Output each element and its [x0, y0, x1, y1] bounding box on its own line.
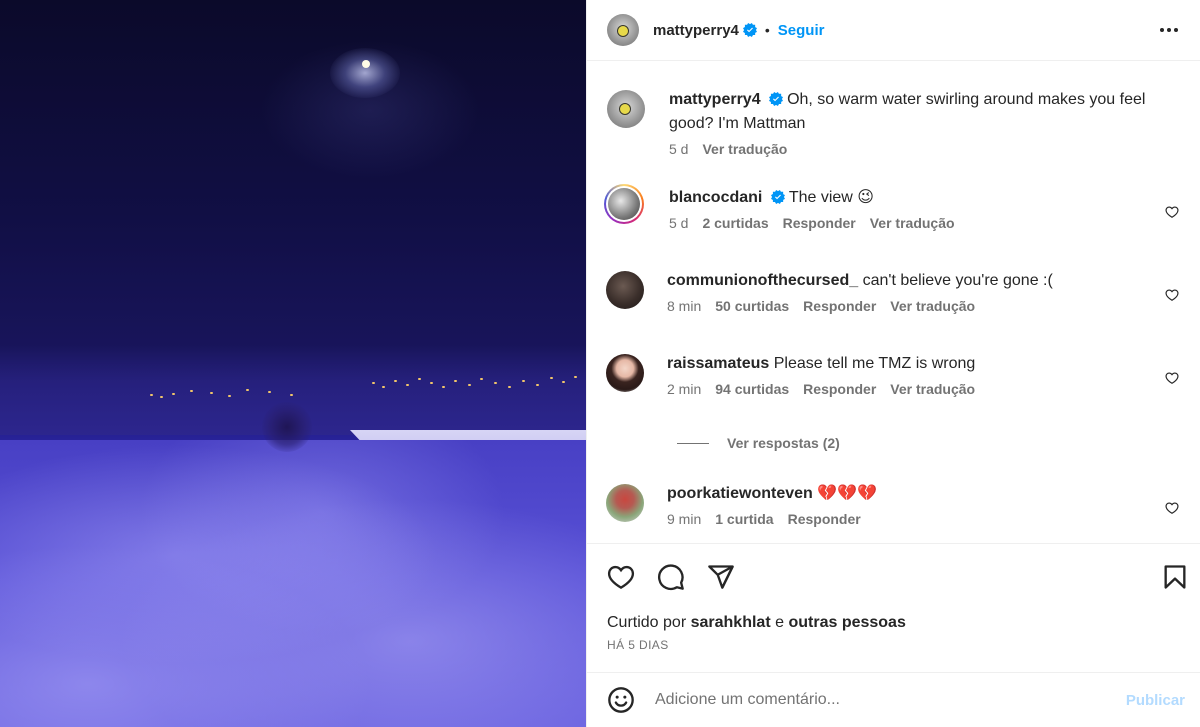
comment-body: can't believe you're gone :( — [862, 272, 1053, 289]
comment-avatar[interactable] — [606, 271, 644, 309]
like-comment-heart-icon[interactable] — [1165, 205, 1179, 219]
comment-avatar[interactable] — [606, 354, 644, 392]
post-actions-bar — [587, 543, 1200, 613]
caption-meta: 5 d Ver tradução — [669, 141, 1187, 157]
comment-username[interactable]: communionofthecursed_ — [667, 272, 858, 289]
reply-button[interactable]: Responder — [783, 215, 856, 231]
caption-avatar[interactable] — [607, 90, 645, 128]
comment-meta: 5 d 2 curtidas Responder Ver tradução — [669, 215, 1187, 231]
comment-likes[interactable]: 50 curtidas — [715, 298, 789, 314]
liked-by-line: Curtido por sarahkhlat e outras pessoas — [607, 614, 906, 632]
comment-row: blancocdani The view 😉 5 d 2 curtidas Re… — [604, 184, 1187, 231]
comment-username[interactable]: poorkatiewonteven — [667, 485, 813, 502]
like-comment-heart-icon[interactable] — [1165, 371, 1179, 385]
translate-link[interactable]: Ver tradução — [890, 298, 975, 314]
liked-by-prefix: Curtido por — [607, 614, 687, 631]
comment-text: blancocdani The view 😉 — [669, 186, 1187, 210]
reply-button[interactable]: Responder — [788, 511, 861, 527]
comment-likes[interactable]: 94 curtidas — [715, 381, 789, 397]
comment-text: communionofthecursed_ can't believe you'… — [667, 269, 1187, 293]
comment-body: 💔💔💔 — [817, 485, 878, 502]
comment-time[interactable]: 2 min — [667, 381, 701, 397]
liked-by-others[interactable]: outras pessoas — [788, 614, 905, 631]
comment-meta: 9 min 1 curtida Responder — [667, 511, 1187, 527]
view-replies-button[interactable]: Ver respostas (2) — [677, 435, 840, 451]
author-avatar[interactable] — [607, 14, 639, 46]
more-options-icon[interactable] — [1154, 22, 1184, 38]
comment-time[interactable]: 9 min — [667, 511, 701, 527]
replies-line — [677, 442, 709, 444]
post-header: mattyperry4 • Seguir — [587, 0, 1200, 61]
caption-row: mattyperry4 Oh, so warm water swirling a… — [607, 88, 1187, 157]
bookmark-icon[interactable] — [1161, 563, 1189, 591]
instagram-post-view: mattyperry4 • Seguir mattyperry4 Oh, so … — [0, 0, 1200, 727]
comment-icon[interactable] — [657, 563, 685, 591]
comment-row: communionofthecursed_ can't believe you'… — [606, 269, 1187, 314]
city-lights — [150, 372, 586, 412]
comment-likes[interactable]: 2 curtidas — [702, 215, 768, 231]
post-panel: mattyperry4 • Seguir mattyperry4 Oh, so … — [586, 0, 1200, 727]
pool-water — [0, 440, 586, 727]
publish-button[interactable]: Publicar — [1126, 692, 1185, 709]
caption-time[interactable]: 5 d — [669, 141, 688, 157]
separator-dot: • — [764, 22, 770, 38]
heart-icon[interactable] — [607, 563, 635, 591]
caption-translate-link[interactable]: Ver tradução — [702, 141, 787, 157]
comment-body: Please tell me TMZ is wrong — [773, 355, 976, 372]
comment-time[interactable]: 8 min — [667, 298, 701, 314]
add-comment-bar: Publicar — [587, 672, 1200, 727]
translate-link[interactable]: Ver tradução — [890, 381, 975, 397]
comment-row: raissamateus Please tell me TMZ is wrong… — [606, 352, 1187, 397]
translate-link[interactable]: Ver tradução — [870, 215, 955, 231]
author-username[interactable]: mattyperry4 — [653, 22, 739, 39]
moon-glow — [330, 48, 400, 98]
comment-avatar-story-ring[interactable] — [604, 184, 644, 224]
comment-text: raissamateus Please tell me TMZ is wrong — [667, 352, 1187, 376]
comment-username[interactable]: blancocdani — [669, 189, 762, 206]
reply-button[interactable]: Responder — [803, 298, 876, 314]
comment-username[interactable]: raissamateus — [667, 355, 769, 372]
verified-icon — [770, 190, 785, 204]
comment-avatar[interactable] — [606, 484, 644, 522]
liked-by-joiner: e — [775, 614, 785, 631]
comment-text: poorkatiewonteven 💔💔💔 — [667, 482, 1187, 506]
comment-time[interactable]: 5 d — [669, 215, 688, 231]
person-silhouette — [262, 402, 312, 452]
liked-by-user[interactable]: sarahkhlat — [691, 614, 771, 631]
comment-row: poorkatiewonteven 💔💔💔 9 min 1 curtida Re… — [606, 482, 1187, 527]
comment-likes[interactable]: 1 curtida — [715, 511, 773, 527]
like-comment-heart-icon[interactable] — [1165, 288, 1179, 302]
emoji-icon[interactable] — [607, 686, 635, 714]
post-image[interactable] — [0, 0, 586, 727]
share-icon[interactable] — [707, 563, 735, 591]
moon — [362, 60, 370, 68]
post-date[interactable]: HÁ 5 DIAS — [607, 638, 669, 652]
verified-icon — [742, 23, 757, 37]
reply-button[interactable]: Responder — [803, 381, 876, 397]
view-replies-label: Ver respostas (2) — [727, 435, 840, 451]
comment-body: The view 😉 — [788, 189, 874, 206]
caption-text: mattyperry4 Oh, so warm water swirling a… — [669, 88, 1187, 136]
caption-username[interactable]: mattyperry4 — [669, 91, 761, 108]
comment-meta: 8 min 50 curtidas Responder Ver tradução — [667, 298, 1187, 314]
comments-list: mattyperry4 Oh, so warm water swirling a… — [587, 62, 1200, 543]
verified-icon — [769, 92, 784, 106]
follow-button[interactable]: Seguir — [778, 22, 825, 39]
like-comment-heart-icon[interactable] — [1165, 501, 1179, 515]
comment-meta: 2 min 94 curtidas Responder Ver tradução — [667, 381, 1187, 397]
comment-input[interactable] — [655, 691, 1116, 709]
